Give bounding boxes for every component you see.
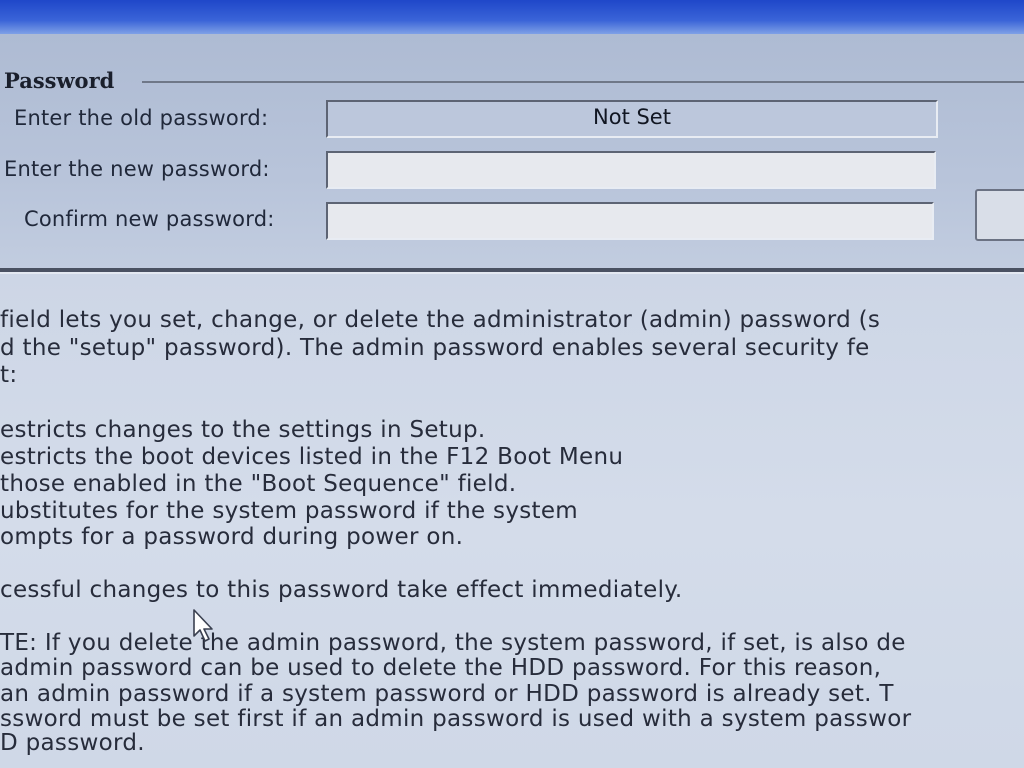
confirm-password-field[interactable] <box>326 202 934 240</box>
help-line: estricts changes to the settings in Setu… <box>0 417 486 443</box>
help-line: admin password can be used to delete the… <box>0 655 882 681</box>
help-line: an admin password if a system password o… <box>0 681 894 707</box>
help-line: TE: If you delete the admin password, th… <box>0 630 906 656</box>
help-line: t: <box>0 362 18 388</box>
old-password-field[interactable]: Not Set <box>326 100 938 138</box>
password-group-title: Password <box>4 68 115 93</box>
help-line: those enabled in the "Boot Sequence" fie… <box>0 471 517 497</box>
confirm-password-label: Confirm new password: <box>24 207 275 231</box>
help-line: ssword must be set first if an admin pas… <box>0 706 912 732</box>
help-line: field lets you set, change, or delete th… <box>0 307 881 333</box>
help-line: cessful changes to this password take ef… <box>0 577 683 603</box>
help-line: D password. <box>0 730 145 756</box>
title-bar <box>0 0 1024 34</box>
help-line: d the "setup" password). The admin passw… <box>0 335 870 361</box>
mouse-pointer-icon <box>193 609 213 642</box>
old-password-label: Enter the old password: <box>14 106 269 130</box>
help-line: ompts for a password during power on. <box>0 524 464 550</box>
new-password-field[interactable] <box>326 151 936 189</box>
new-password-label: Enter the new password: <box>4 157 270 181</box>
panel-button[interactable] <box>975 189 1024 241</box>
group-box-line <box>142 81 1024 83</box>
help-line: estricts the boot devices listed in the … <box>0 444 624 470</box>
help-line: ubstitutes for the system password if th… <box>0 498 578 524</box>
